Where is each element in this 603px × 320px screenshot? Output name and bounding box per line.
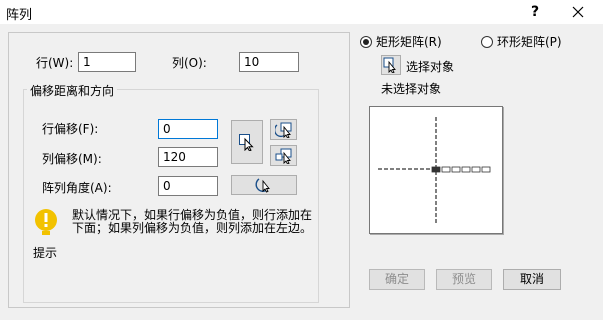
radio-rect-label: 矩形矩阵(R) (376, 35, 442, 49)
preview-array-copy (471, 166, 481, 173)
pick-angle-button[interactable] (231, 175, 297, 195)
pick-point-icon (274, 122, 291, 138)
ok-button[interactable]: 确定 (369, 269, 425, 290)
cols-label: 列(O): (172, 56, 207, 70)
pick-row-offset-button[interactable] (270, 119, 297, 140)
radio-button[interactable] (481, 35, 493, 48)
array-preview (369, 106, 503, 234)
radio-polar-label: 环形矩阵(P) (497, 35, 562, 49)
title-bar (0, 0, 603, 24)
close-button[interactable] (565, 2, 591, 22)
rows-input[interactable] (78, 52, 136, 72)
radio-rect-array[interactable]: 矩形矩阵(R) (360, 33, 442, 50)
pick-angle-icon (255, 178, 270, 193)
radio-polar-array[interactable]: 环形矩阵(P) (481, 33, 562, 50)
help-button[interactable]: ? (524, 2, 546, 22)
pick-both-offsets-button[interactable] (231, 120, 263, 164)
radio-button[interactable] (360, 35, 372, 48)
row-offset-input[interactable] (158, 119, 218, 139)
window-title: 阵列 (6, 8, 33, 23)
preview-array-copy (451, 166, 461, 173)
pick-point-icon (275, 148, 291, 164)
hint-text: 默认情况下，如果行偏移为负值，则行添加在下面；如果列偏移为负值，则列添加在左边。 (72, 208, 313, 235)
select-objects-icon (383, 57, 396, 73)
preview-array-copy (461, 166, 471, 173)
select-objects-button[interactable] (381, 55, 401, 75)
offset-group-title: 偏移距离和方向 (27, 82, 118, 99)
radio-selected-dot (363, 38, 369, 45)
rows-label: 行(W): (36, 56, 74, 70)
row-offset-label: 行偏移(F): (42, 122, 99, 136)
angle-label: 阵列角度(A): (42, 181, 112, 195)
cancel-button[interactable]: 取消 (503, 269, 561, 290)
select-cursor-icon (239, 134, 254, 151)
angle-input[interactable] (158, 176, 218, 196)
col-offset-label: 列偏移(M): (42, 152, 102, 166)
pick-col-offset-button[interactable] (270, 145, 297, 166)
array-preview-canvas (378, 117, 491, 223)
hint-label: 提示 (33, 246, 58, 260)
cols-input[interactable] (239, 52, 299, 72)
preview-array-copy (481, 166, 491, 173)
select-objects-label: 选择对象 (406, 60, 455, 74)
close-icon (572, 6, 584, 18)
preview-base-object (431, 166, 441, 173)
selection-status: 未选择对象 (381, 82, 442, 96)
preview-array-copy (441, 166, 451, 173)
col-offset-input[interactable] (158, 147, 218, 167)
hint-bulb-icon (33, 208, 59, 238)
preview-button[interactable]: 预览 (436, 269, 492, 290)
